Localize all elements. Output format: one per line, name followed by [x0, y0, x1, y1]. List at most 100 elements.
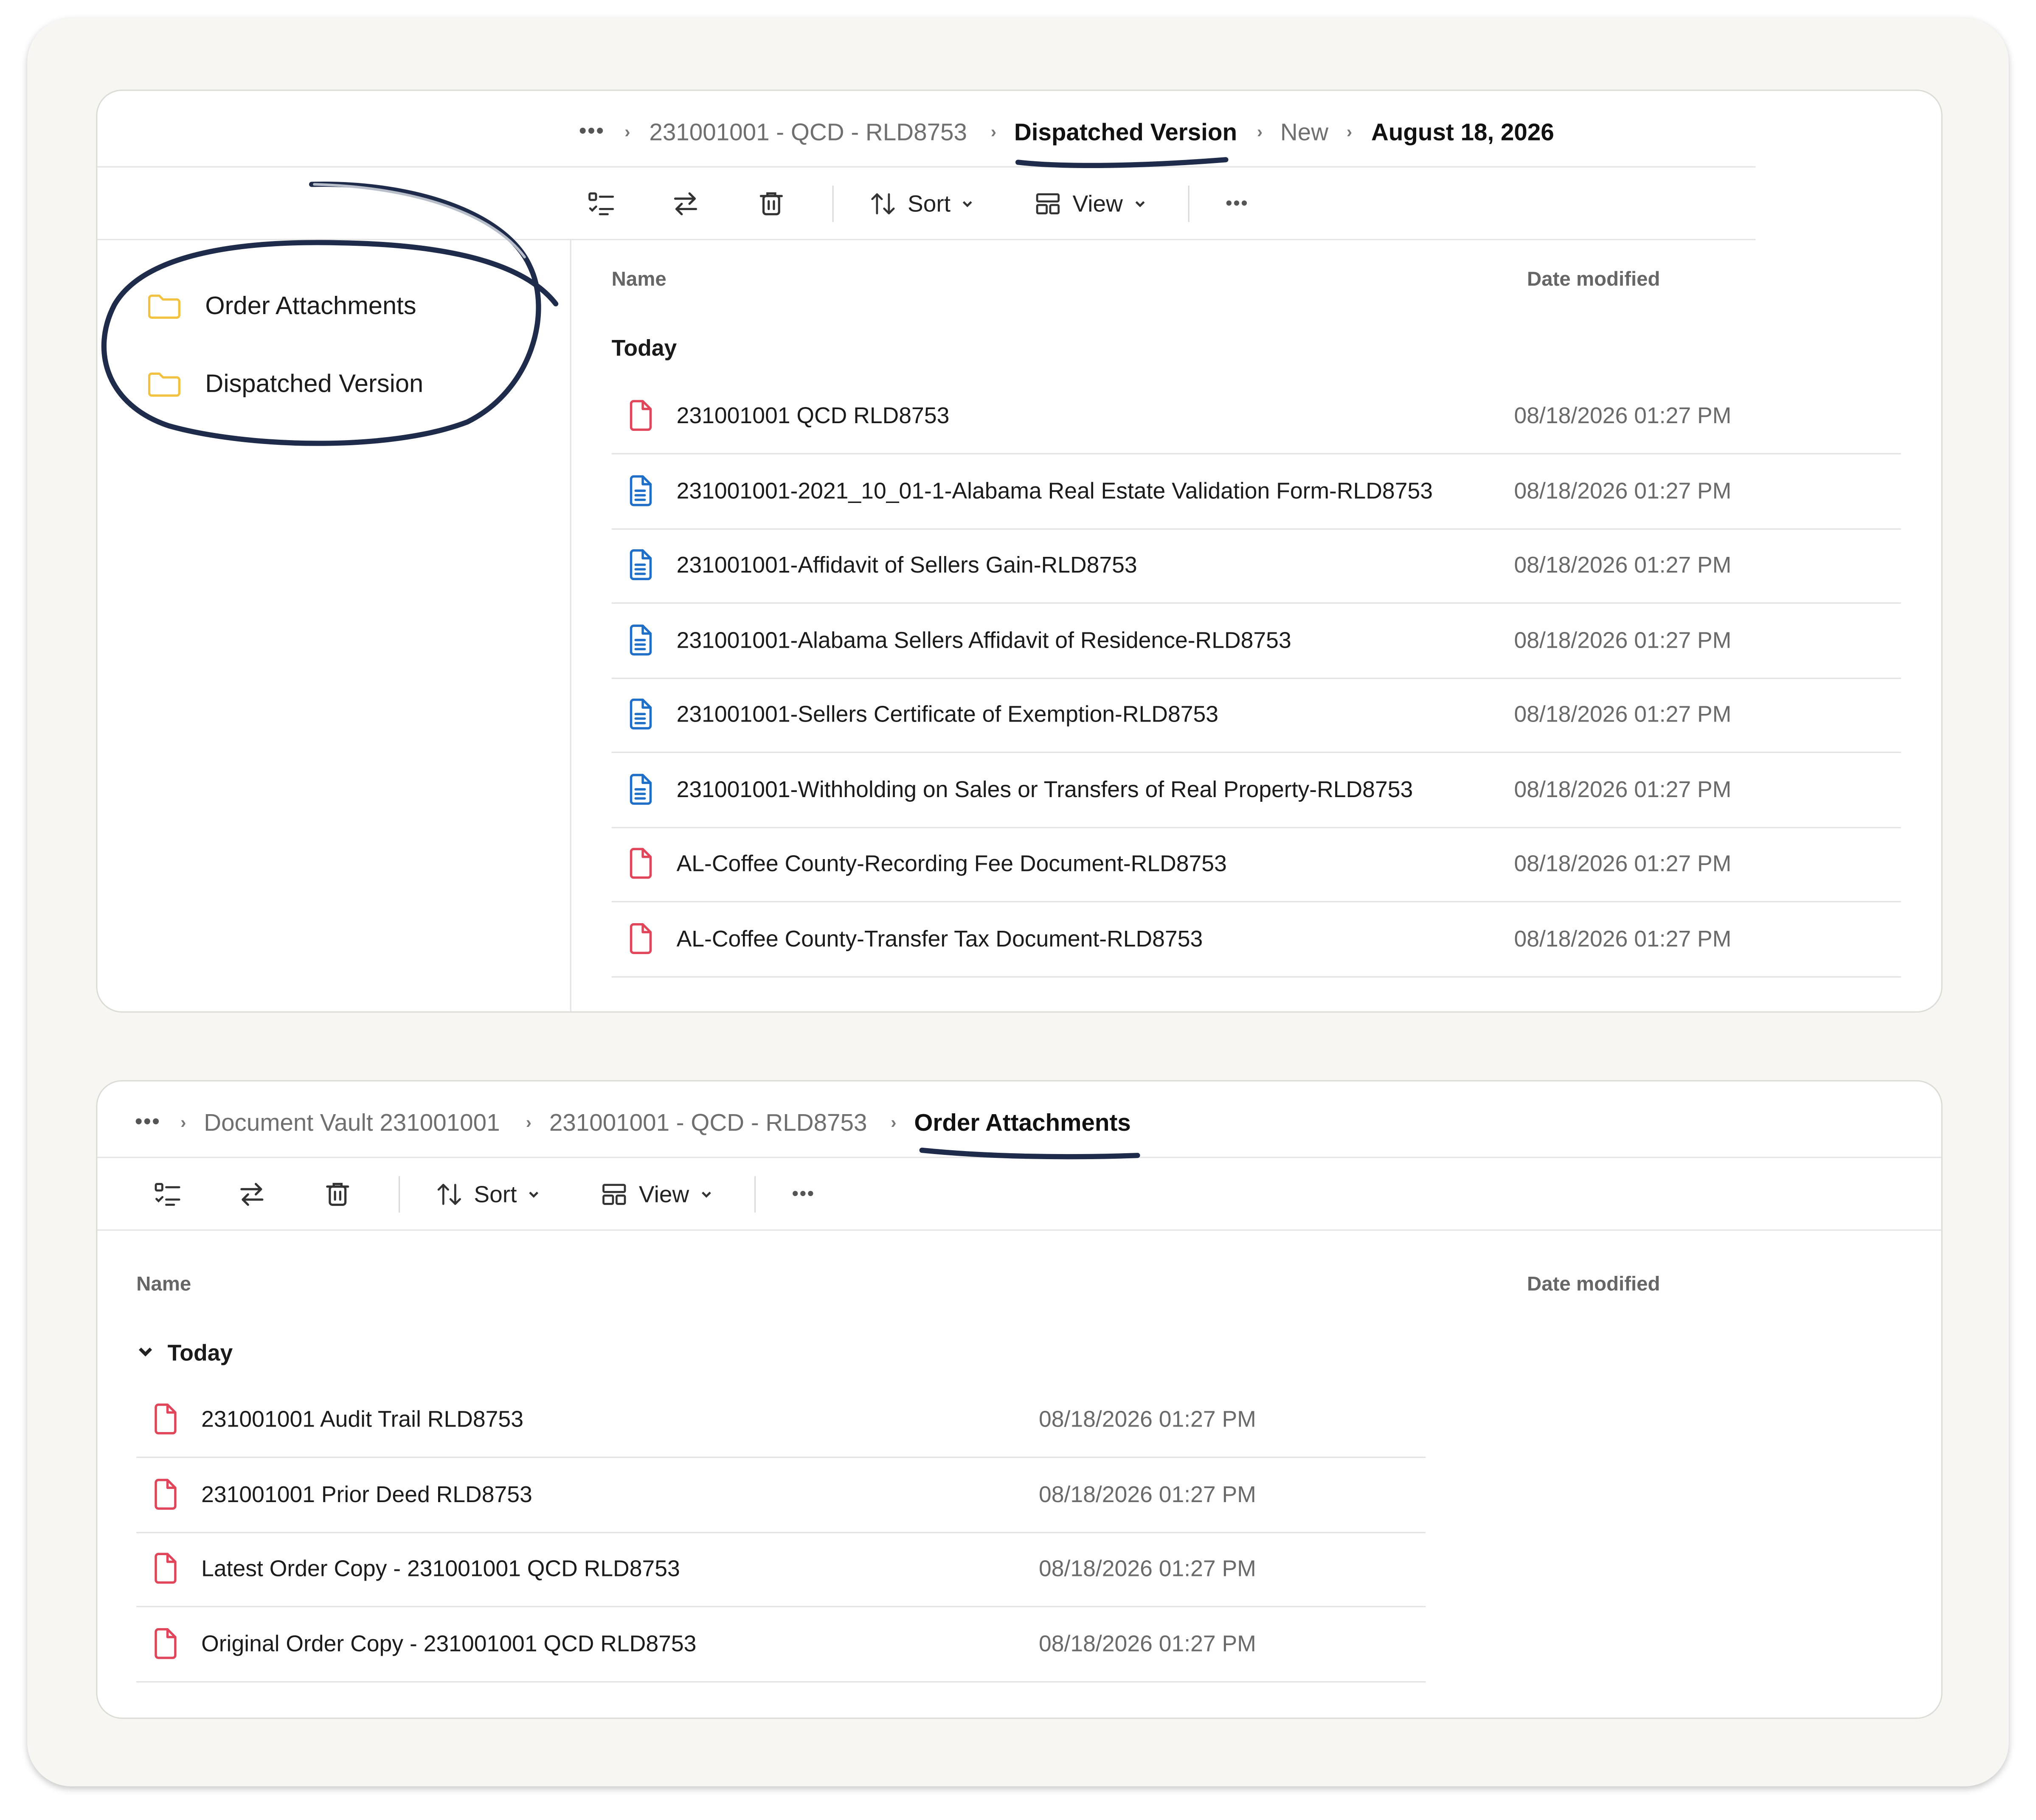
chevron-right-icon: ›	[624, 122, 630, 142]
file-date-modified: 08/18/2026 01:27 PM	[1038, 1406, 1256, 1432]
chevron-right-icon: ›	[180, 1112, 186, 1132]
file-name[interactable]: 231001001-Alabama Sellers Affidavit of R…	[677, 603, 1291, 677]
layout-icon	[1036, 193, 1060, 215]
file-row[interactable]: 231001001-Alabama Sellers Affidavit of R…	[611, 603, 1901, 679]
move-button[interactable]	[236, 1179, 267, 1210]
file-name[interactable]: 231001001 QCD RLD8753	[677, 379, 950, 453]
group-header-today[interactable]: Today	[168, 1340, 233, 1367]
file-row[interactable]: Latest Order Copy - 231001001 QCD RLD875…	[136, 1532, 1426, 1607]
chevron-down-icon	[139, 1347, 152, 1357]
file-date-modified: 08/18/2026 01:27 PM	[1514, 551, 1732, 578]
document-file-icon	[627, 475, 653, 506]
file-name[interactable]: 231001001-2021_10_01-1-Alabama Real Esta…	[677, 454, 1433, 528]
view-button[interactable]: View	[1034, 188, 1157, 219]
pdf-file-icon	[152, 1403, 178, 1435]
pdf-file-icon	[627, 922, 653, 954]
more-options-button[interactable]: •••	[792, 1177, 815, 1208]
pdf-file-icon	[152, 1478, 178, 1509]
divider	[97, 1157, 1941, 1158]
view-button[interactable]: View	[600, 1179, 723, 1210]
breadcrumb-item-new[interactable]: New	[1280, 117, 1328, 148]
select-items-button[interactable]	[152, 1179, 183, 1210]
checklist-icon	[155, 1183, 180, 1206]
group-header-today[interactable]: Today	[612, 335, 677, 362]
pdf-file-icon	[152, 1627, 178, 1659]
file-name[interactable]: AL-Coffee County-Transfer Tax Document-R…	[677, 902, 1203, 975]
breadcrumb-item-document-vault[interactable]: Document Vault 231001001	[204, 1107, 500, 1138]
file-name[interactable]: 231001001 Audit Trail RLD8753	[201, 1383, 523, 1457]
more-options-button[interactable]: •••	[1226, 187, 1249, 218]
file-name[interactable]: 231001001 Prior Deed RLD8753	[201, 1457, 532, 1531]
divider	[97, 1229, 1941, 1231]
file-row[interactable]: AL-Coffee County-Recording Fee Document-…	[611, 827, 1901, 902]
pdf-file-icon	[627, 848, 653, 879]
sidebar-item-label: Dispatched Version	[205, 369, 424, 398]
file-row[interactable]: Original Order Copy - 231001001 QCD RLD8…	[136, 1607, 1426, 1682]
sort-arrows-icon	[871, 193, 895, 215]
file-row[interactable]: 231001001 Prior Deed RLD8753 08/18/2026 0…	[136, 1457, 1426, 1533]
file-row[interactable]: 231001001-Withholding on Sales or Transf…	[611, 753, 1901, 828]
breadcrumb-more-button[interactable]: •••	[135, 1107, 161, 1138]
view-label: View	[1072, 190, 1123, 216]
delete-button[interactable]	[322, 1179, 353, 1210]
toolbar-separator	[399, 1176, 400, 1213]
file-date-modified: 08/18/2026 01:27 PM	[1514, 701, 1732, 727]
file-row[interactable]: AL-Coffee County-Transfer Tax Document-R…	[611, 902, 1901, 977]
sidebar-item-dispatched-version[interactable]: Dispatched Version	[147, 365, 424, 404]
layout-icon	[602, 1184, 626, 1205]
trash-icon	[759, 192, 783, 216]
move-button[interactable]	[670, 188, 701, 219]
column-header-name[interactable]: Name	[612, 269, 666, 292]
file-date-modified: 08/18/2026 01:27 PM	[1514, 402, 1732, 429]
toolbar-separator	[832, 185, 834, 222]
file-date-modified: 08/18/2026 01:27 PM	[1038, 1630, 1256, 1656]
breadcrumb-more-button[interactable]: •••	[579, 117, 605, 148]
folder-icon	[148, 372, 180, 397]
chevron-right-icon: ›	[891, 1112, 897, 1132]
file-row[interactable]: 231001001-Affidavit of Sellers Gain-RLD8…	[611, 528, 1901, 604]
select-items-button[interactable]	[585, 188, 616, 219]
chevron-down-icon	[1135, 201, 1145, 208]
file-explorer-panel-attachments: ••• › Document Vault 231001001 › 2310010…	[96, 1080, 1943, 1719]
sort-button[interactable]: Sort	[435, 1179, 551, 1210]
file-name[interactable]: AL-Coffee County-Recording Fee Document-…	[677, 827, 1227, 901]
sidebar-item-order-attachments[interactable]: Order Attachments	[147, 287, 416, 326]
chevron-right-icon: ›	[526, 1112, 532, 1132]
file-date-modified: 08/18/2026 01:27 PM	[1514, 850, 1732, 876]
divider	[97, 239, 1756, 240]
file-row[interactable]: 231001001-Sellers Certificate of Exempti…	[611, 678, 1901, 753]
file-name[interactable]: 231001001-Sellers Certificate of Exempti…	[677, 678, 1218, 752]
chevron-right-icon: ›	[1257, 122, 1263, 142]
chevron-right-icon: ›	[990, 122, 997, 142]
column-header-name[interactable]: Name	[136, 1274, 191, 1297]
file-date-modified: 08/18/2026 01:27 PM	[1514, 626, 1732, 652]
file-name[interactable]: 231001001-Withholding on Sales or Transf…	[677, 753, 1413, 826]
sidebar-item-label: Order Attachments	[205, 291, 416, 320]
file-name[interactable]: Latest Order Copy - 231001001 QCD RLD875…	[201, 1532, 680, 1606]
delete-button[interactable]	[756, 188, 787, 219]
trash-icon	[326, 1182, 349, 1206]
file-date-modified: 08/18/2026 01:27 PM	[1038, 1555, 1256, 1581]
file-row[interactable]: 231001001-2021_10_01-1-Alabama Real Esta…	[611, 454, 1901, 529]
toolbar-separator	[1188, 185, 1190, 222]
breadcrumb-current: August 18, 2026	[1371, 118, 1554, 146]
column-header-date-modified[interactable]: Date modified	[1527, 1274, 1660, 1297]
breadcrumb-item-order[interactable]: 231001001 - QCD - RLD8753	[649, 117, 967, 148]
column-header-date-modified[interactable]: Date modified	[1527, 269, 1660, 292]
file-row[interactable]: 231001001 Audit Trail RLD8753 08/18/2026 …	[136, 1383, 1426, 1458]
file-name[interactable]: 231001001-Affidavit of Sellers Gain-RLD8…	[677, 528, 1137, 602]
folder-icon	[148, 295, 180, 319]
breadcrumb-item-dispatched-version[interactable]: Dispatched Version	[1014, 117, 1237, 148]
file-date-modified: 08/18/2026 01:27 PM	[1514, 775, 1732, 802]
chevron-down-icon	[701, 1191, 711, 1198]
sort-button[interactable]: Sort	[869, 188, 984, 219]
document-file-icon	[627, 773, 653, 804]
document-file-icon	[627, 624, 653, 655]
group-collapse-toggle[interactable]	[136, 1343, 155, 1367]
file-row[interactable]: 231001001 QCD RLD8753 08/18/2026 01:27 PM	[611, 379, 1901, 455]
file-name[interactable]: Original Order Copy - 231001001 QCD RLD8…	[201, 1607, 696, 1680]
file-explorer-panel-dispatched: ••• › 231001001 - QCD - RLD8753 › Dispat…	[96, 90, 1943, 1013]
chevron-down-icon	[529, 1191, 539, 1198]
sidebar-divider	[570, 240, 571, 1011]
breadcrumb-item-order[interactable]: 231001001 - QCD - RLD8753	[549, 1107, 867, 1138]
